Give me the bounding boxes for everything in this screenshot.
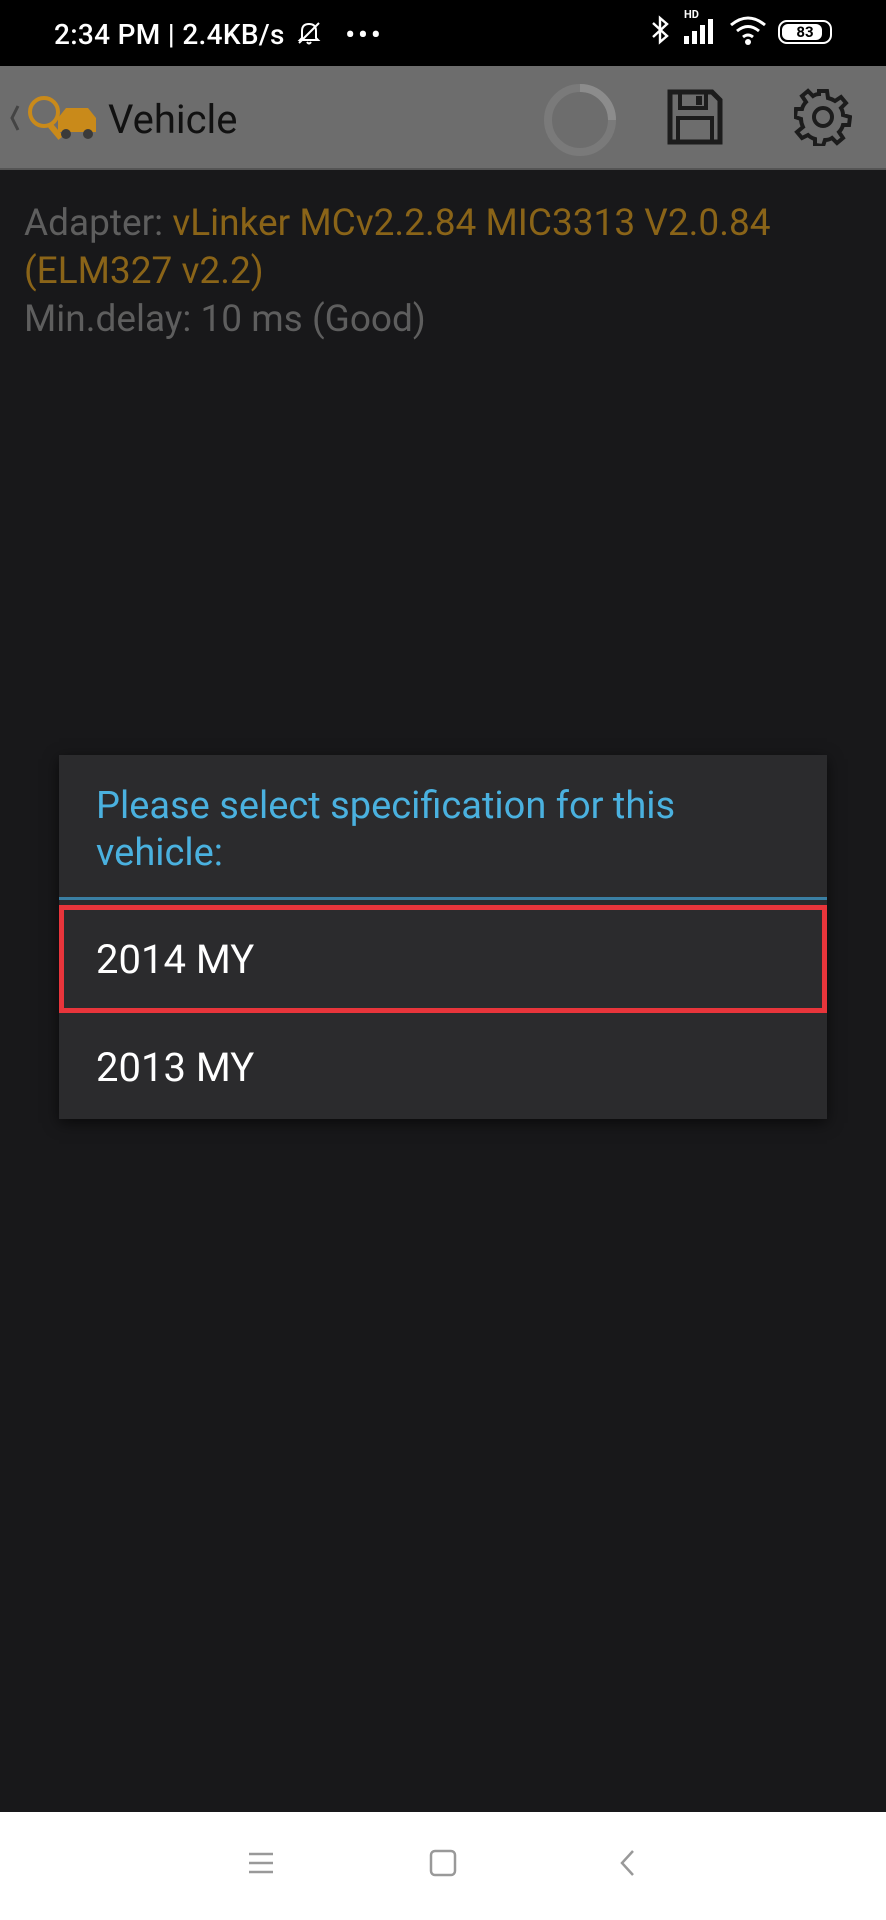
min-delay-text: Min.delay: 10 ms (Good): [24, 298, 426, 341]
menu-icon[interactable]: [246, 1848, 276, 1882]
option-label: 2014 MY: [96, 935, 255, 983]
status-time-speed: 2:34 PM | 2.4KB/s: [54, 18, 285, 51]
dialog-divider: [59, 897, 827, 900]
app-bar: Vehicle: [0, 66, 886, 170]
gear-icon[interactable]: [792, 88, 853, 150]
back-logo-icon[interactable]: [8, 88, 104, 152]
navigation-bar: [0, 1812, 886, 1920]
adapter-line: Adapter: vLinker MCv2.2.84 MIC3313 V2.0.…: [24, 200, 864, 296]
signal-icon: HD: [682, 8, 718, 50]
status-bar: 2:34 PM | 2.4KB/s ••• HD 83: [0, 0, 886, 66]
option-2013-my[interactable]: 2013 MY: [59, 1013, 827, 1121]
home-icon[interactable]: [428, 1848, 458, 1882]
battery-icon: 83: [778, 20, 832, 44]
dialog-title: Please select specification for this veh…: [96, 784, 676, 875]
battery-level: 83: [796, 23, 814, 41]
loading-spinner-icon: [540, 80, 620, 164]
mute-icon: [294, 18, 324, 55]
more-icon: •••: [345, 18, 384, 51]
wifi-icon: [728, 14, 768, 50]
option-2014-my[interactable]: 2014 MY: [59, 905, 827, 1013]
status-icons: HD 83: [650, 8, 832, 50]
network-badge: HD: [684, 8, 699, 21]
adapter-info: Adapter: vLinker MCv2.2.84 MIC3313 V2.0.…: [24, 200, 864, 344]
save-icon[interactable]: [666, 88, 724, 150]
page-title: Vehicle: [108, 96, 238, 143]
option-label: 2013 MY: [96, 1043, 255, 1091]
bluetooth-icon: [650, 14, 672, 50]
specification-dialog: Please select specification for this veh…: [59, 755, 827, 1119]
back-icon[interactable]: [614, 1848, 644, 1882]
status-time: 2:34 PM | 2.4KB/s •••: [54, 18, 384, 55]
adapter-label: Adapter:: [24, 202, 173, 245]
